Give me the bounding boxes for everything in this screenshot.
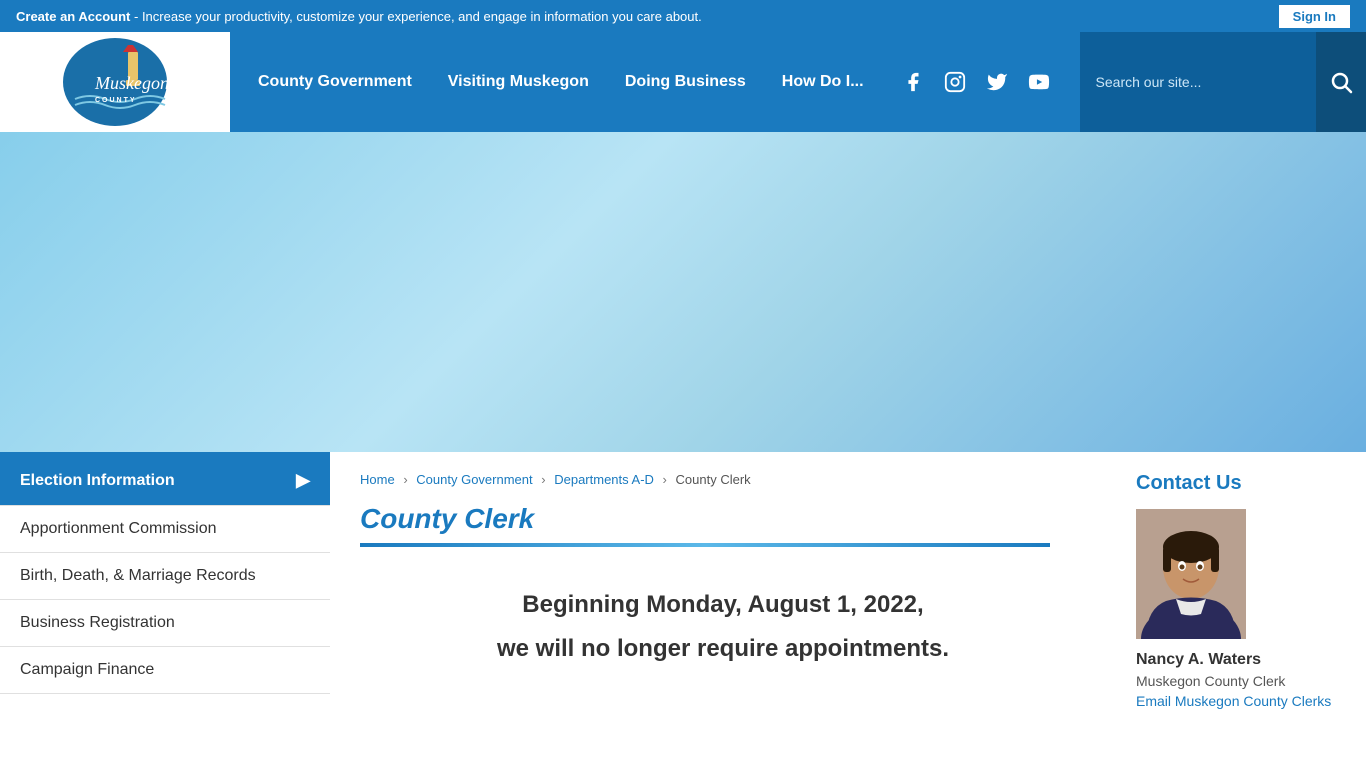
breadcrumb: Home › County Government › Departments A… [360,472,1086,487]
contact-role: Muskegon County Clerk [1136,673,1346,689]
create-account-link[interactable]: Create an Account [16,9,130,24]
nav-visiting-muskegon[interactable]: Visiting Muskegon [430,32,607,132]
svg-text:COUNTY: COUNTY [95,97,137,104]
main-nav: County Government Visiting Muskegon Doin… [240,32,882,132]
muskegon-logo[interactable]: Muskegon COUNTY [60,37,170,127]
right-sidebar: Contact Us [1116,452,1366,731]
arrow-icon: ▶ [296,470,310,491]
sign-in-button[interactable]: Sign In [1279,5,1350,28]
contact-photo-image [1136,509,1246,639]
sidebar-item-election-information[interactable]: Election Information ▶ [0,456,330,506]
top-banner: Create an Account - Increase your produc… [0,0,1366,32]
page-title: County Clerk [360,503,1086,535]
content-area: Home › County Government › Departments A… [330,452,1116,731]
main-content: Election Information ▶ Apportionment Com… [0,452,1366,731]
nav-doing-business[interactable]: Doing Business [607,32,764,132]
breadcrumb-home[interactable]: Home [360,472,395,487]
nav-how-do-i[interactable]: How Do I... [764,32,882,132]
search-icon [1329,70,1353,94]
instagram-icon[interactable] [940,67,970,97]
twitter-icon[interactable] [982,67,1012,97]
sidebar-item-apportionment-commission[interactable]: Apportionment Commission [0,506,330,553]
sidebar-item-campaign-finance[interactable]: Campaign Finance [0,647,330,694]
announcement-line1: Beginning Monday, August 1, 2022, [380,591,1066,619]
contact-name: Nancy A. Waters [1136,651,1346,669]
search-button[interactable] [1316,32,1366,132]
announcement-line2: we will no longer require appointments. [380,635,1066,663]
header: Muskegon COUNTY County Government Visiti… [0,32,1366,132]
logo-area: Muskegon COUNTY [0,32,230,132]
breadcrumb-departments[interactable]: Departments A-D [554,472,654,487]
contact-photo [1136,509,1246,639]
breadcrumb-current: County Clerk [676,472,751,487]
sidebar-item-birth-death-marriage[interactable]: Birth, Death, & Marriage Records [0,553,330,600]
sidebar-item-business-registration[interactable]: Business Registration [0,600,330,647]
contact-email-link[interactable]: Email Muskegon County Clerks [1136,693,1331,709]
youtube-icon[interactable] [1024,67,1054,97]
title-underline [360,543,1050,547]
svg-text:Muskegon: Muskegon [94,73,169,93]
social-icons [882,67,1070,97]
sidebar: Election Information ▶ Apportionment Com… [0,452,330,731]
facebook-icon[interactable] [898,67,928,97]
announcement: Beginning Monday, August 1, 2022, we wil… [360,571,1086,683]
nav-county-government[interactable]: County Government [240,32,430,132]
breadcrumb-county-gov[interactable]: County Government [416,472,532,487]
create-account-text: Create an Account - Increase your produc… [16,9,702,24]
hero-image [0,132,1366,452]
contact-section-title: Contact Us [1136,472,1346,495]
nav-area: County Government Visiting Muskegon Doin… [230,32,1080,132]
search-input[interactable] [1096,74,1301,90]
search-area [1080,32,1317,132]
